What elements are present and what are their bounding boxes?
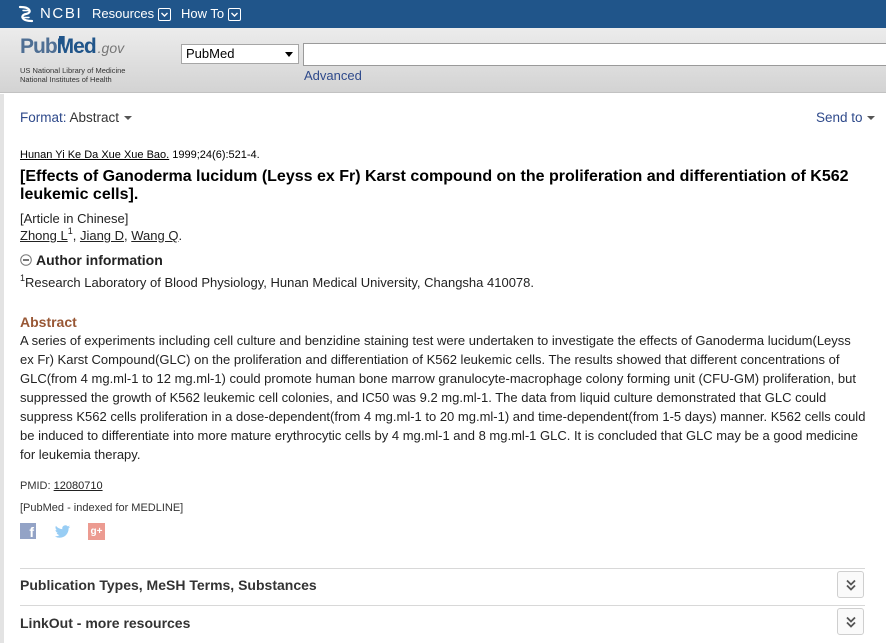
ncbi-logo-text: NCBI (40, 5, 83, 22)
pubmed-wordmark: PubMed .gov (20, 33, 125, 66)
how-to-menu[interactable]: How To (181, 6, 242, 22)
facebook-glyph: f (29, 524, 34, 539)
page-frame-left (0, 94, 4, 643)
search-input[interactable] (303, 43, 886, 66)
affiliation-marker[interactable]: 1 (68, 226, 73, 236)
resources-menu[interactable]: Resources (92, 6, 172, 22)
advanced-search-link[interactable]: Advanced (304, 68, 362, 84)
language-note: [Article in Chinese] (20, 211, 129, 226)
send-to-menu[interactable]: Send to (816, 110, 876, 126)
author-separator: , (72, 228, 80, 243)
pmid-link[interactable]: 12080710 (54, 480, 103, 492)
abstract-heading: Abstract (20, 314, 77, 330)
citation-line: Hunan Yi Ke Da Xue Xue Bao. 1999;24(6):5… (20, 148, 260, 162)
indexing-status: [PubMed - indexed for MEDLINE] (20, 502, 184, 514)
citation-details: 1999;24(6):521-4. (172, 149, 260, 161)
logo-pub-text: Pub (20, 35, 58, 58)
pubmed-logo[interactable]: PubMed .gov US National Library of Medici… (20, 33, 125, 84)
twitter-icon[interactable] (54, 525, 71, 539)
ncbi-helix-icon (17, 4, 35, 24)
nih-caption: National Institutes of Health (20, 75, 112, 84)
logo-med-text: Med (56, 35, 97, 58)
dropdown-arrow-icon (285, 52, 293, 57)
section-publication-types[interactable]: Publication Types, MeSH Terms, Substance… (20, 568, 865, 605)
send-to-label: Send to (816, 110, 863, 125)
format-control[interactable]: Format: Abstract (20, 110, 132, 126)
affiliation-number: 1 (20, 272, 26, 283)
affiliation-text: Research Laboratory of Blood Physiology,… (25, 275, 534, 290)
minus-circle-icon (20, 254, 32, 266)
abstract-text: A series of experiments including cell c… (20, 333, 866, 462)
caret-down-icon (123, 116, 132, 121)
double-chevron-down-icon[interactable] (837, 608, 864, 635)
format-value: Abstract (69, 110, 120, 125)
ncbi-top-bar: NCBI Resources How To (0, 0, 886, 28)
author-information-label: Author information (36, 252, 163, 268)
caret-down-icon (867, 116, 876, 121)
google-plus-glyph: g+ (90, 526, 103, 537)
ncbi-home-link[interactable]: NCBI (17, 4, 82, 24)
double-chevron-down-icon[interactable] (837, 571, 864, 598)
author-separator: . (178, 228, 183, 243)
nlm-caption: US National Library of Medicine (20, 66, 126, 75)
author-link[interactable]: Wang Q (131, 228, 178, 243)
affiliation: 1Research Laboratory of Blood Physiology… (20, 272, 534, 291)
author-link[interactable]: Zhong L (20, 228, 68, 243)
format-label: Format: (20, 110, 67, 125)
resources-menu-label: Resources (92, 6, 155, 21)
section-label: Publication Types, MeSH Terms, Substance… (20, 577, 317, 593)
section-label: LinkOut - more resources (20, 615, 191, 631)
chevron-down-icon[interactable] (158, 7, 172, 21)
database-select-value: PubMed (186, 46, 235, 61)
database-select[interactable]: PubMed (181, 44, 299, 64)
section-linkout[interactable]: LinkOut - more resources (20, 605, 865, 642)
author-link[interactable]: Jiang D (80, 228, 124, 243)
journal-link[interactable]: Hunan Yi Ke Da Xue Xue Bao. (20, 149, 169, 161)
article-title: [Effects of Ganoderma lucidum (Leyss ex … (20, 168, 849, 203)
facebook-icon[interactable]: f (20, 523, 36, 539)
author-list: Zhong L1, Jiang D, Wang Q. (20, 226, 183, 244)
pmid-line: PMID: 12080710 (20, 479, 103, 493)
pubmed-header: PubMed .gov US National Library of Medici… (0, 28, 886, 93)
logo-gov-text: .gov (97, 40, 125, 56)
chevron-down-icon[interactable] (228, 7, 242, 21)
how-to-menu-label: How To (181, 6, 225, 21)
google-plus-icon[interactable]: g+ (88, 523, 105, 540)
pmid-label: PMID: (20, 480, 51, 492)
author-information-toggle[interactable]: Author information (20, 252, 163, 268)
